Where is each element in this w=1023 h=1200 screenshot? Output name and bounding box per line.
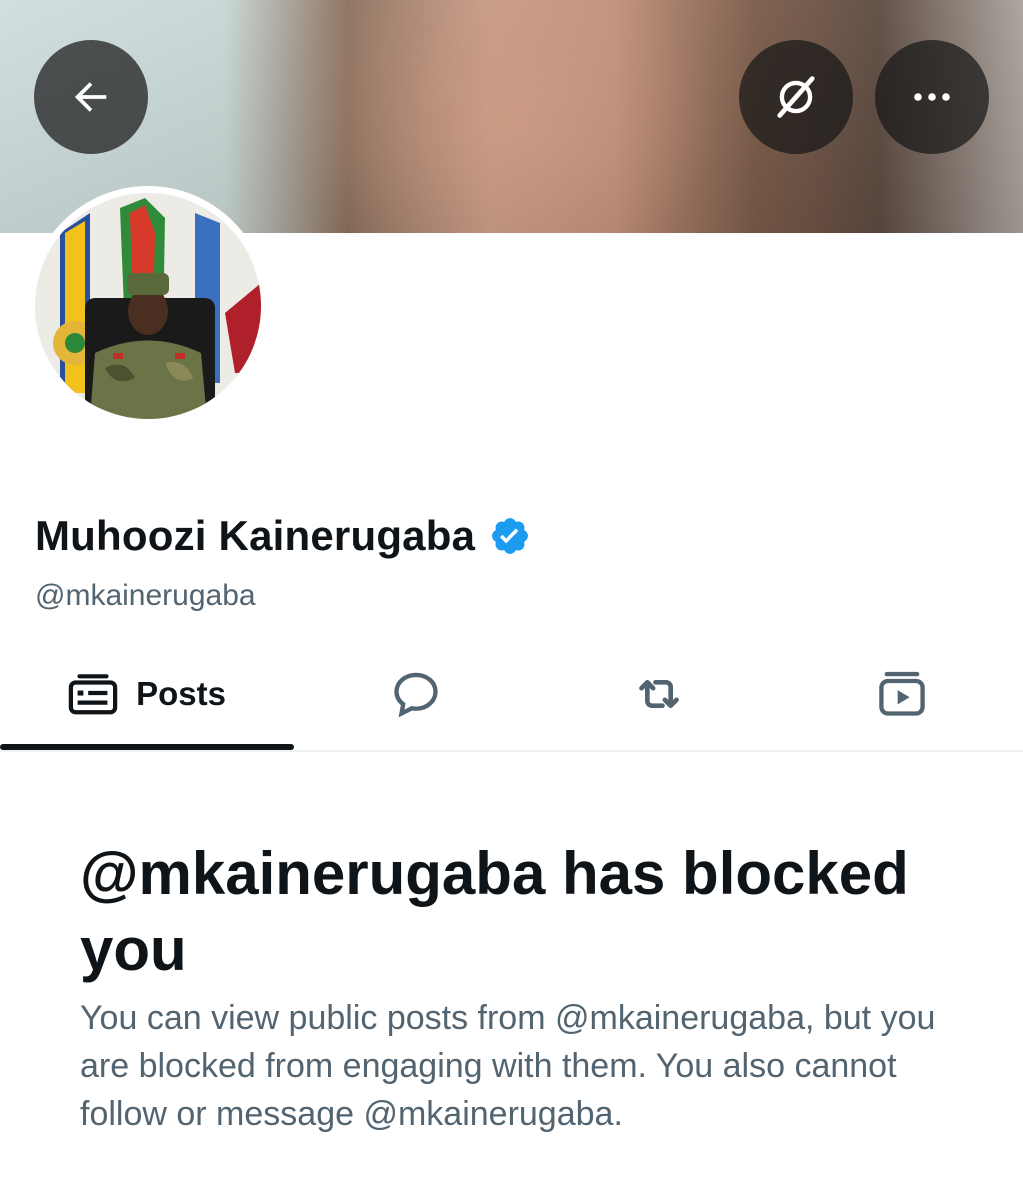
display-name: Muhoozi Kainerugaba — [35, 512, 476, 559]
tab-replies[interactable] — [294, 640, 537, 748]
blocked-description: You can view public posts from @mkaineru… — [80, 999, 936, 1133]
tab-selected-indicator — [0, 744, 294, 750]
grok-icon — [777, 76, 815, 118]
avatar[interactable] — [35, 193, 261, 419]
reply-icon — [393, 672, 438, 718]
back-button[interactable] — [34, 40, 148, 154]
profile-handle: @mkainerugaba — [35, 579, 256, 612]
arrow-left-icon — [74, 82, 107, 112]
tab-reposts[interactable] — [537, 640, 780, 748]
grok-button[interactable] — [739, 40, 853, 154]
avatar-image — [35, 193, 261, 419]
posts-icon — [68, 674, 118, 715]
profile-name-row: Muhoozi Kainerugaba — [35, 508, 531, 564]
verified-badge-icon[interactable] — [489, 515, 531, 557]
tab-posts-label: Posts — [136, 675, 226, 712]
profile-tabs: Posts — [0, 640, 1023, 752]
blocked-title: @mkainerugaba has blocked you — [80, 840, 909, 983]
repost-icon — [638, 680, 679, 708]
more-options-button[interactable] — [875, 40, 989, 154]
tab-posts[interactable]: Posts — [0, 640, 294, 750]
tab-media[interactable] — [780, 640, 1023, 748]
more-horizontal-icon — [914, 93, 950, 101]
media-icon — [878, 671, 925, 716]
